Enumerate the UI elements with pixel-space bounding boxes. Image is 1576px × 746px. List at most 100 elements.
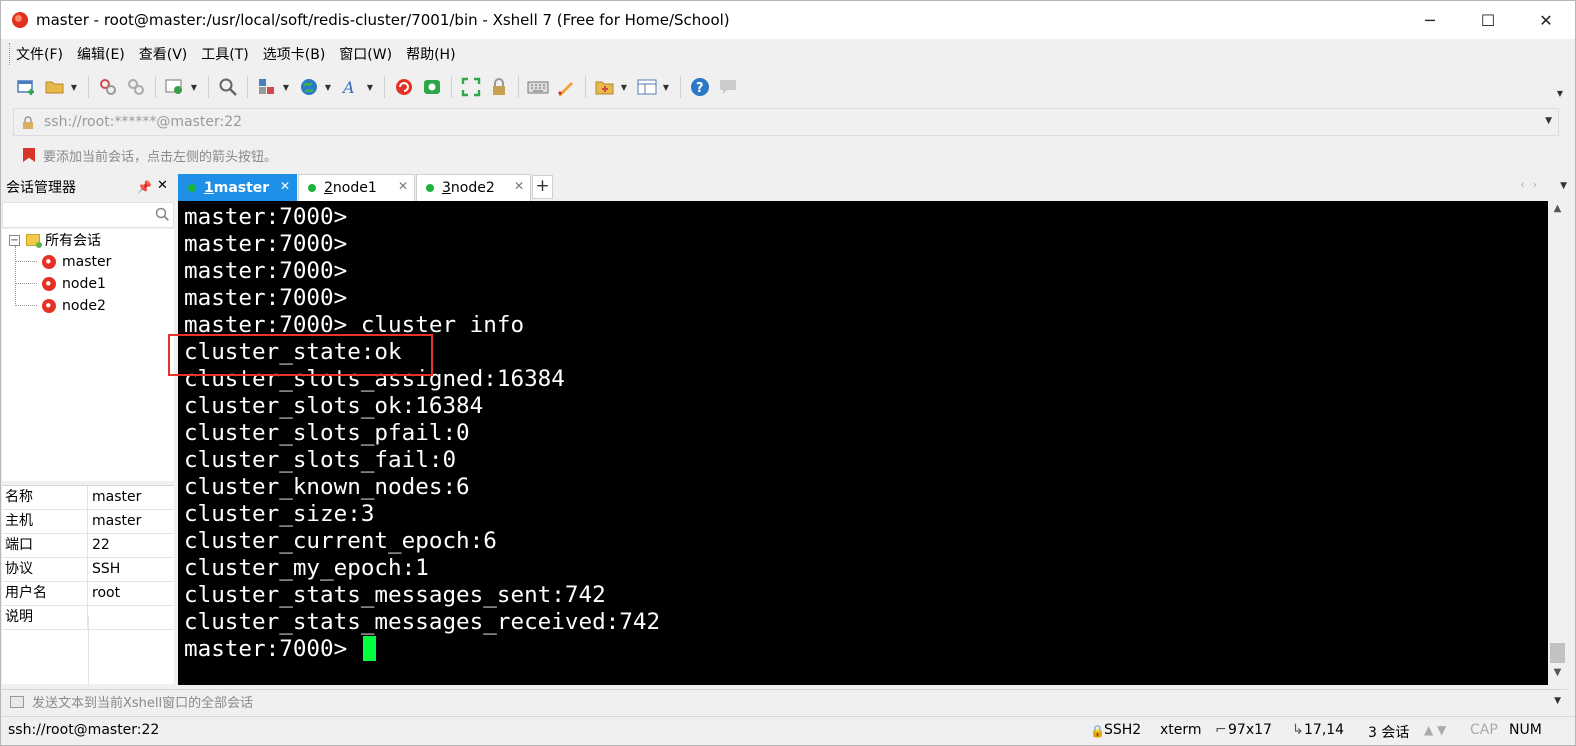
- transfer-dropdown-icon[interactable]: ▼: [281, 75, 291, 99]
- menu-file[interactable]: 文件(F): [9, 44, 70, 64]
- transfer-icon[interactable]: [255, 75, 279, 99]
- property-value: master: [92, 489, 142, 505]
- new-session-icon[interactable]: [15, 75, 39, 99]
- tree-item-all-sessions[interactable]: − 所有会话: [9, 230, 101, 250]
- status-sessions: 3 会话: [1368, 725, 1410, 741]
- address-dropdown-icon[interactable]: ▼: [1545, 116, 1552, 126]
- fullscreen-icon[interactable]: [459, 75, 483, 99]
- disconnect-icon[interactable]: [124, 75, 148, 99]
- globe-dropdown-icon[interactable]: ▼: [323, 75, 333, 99]
- find-icon[interactable]: [216, 75, 240, 99]
- tab-number: 2: [324, 180, 333, 196]
- compose-dropdown-icon[interactable]: ▼: [1554, 696, 1561, 706]
- tree-item-node2[interactable]: node2: [42, 296, 106, 316]
- keyboard-icon[interactable]: [526, 75, 550, 99]
- font-icon[interactable]: A: [339, 75, 363, 99]
- menu-tab[interactable]: 选项卡(B): [256, 44, 333, 64]
- minimize-button[interactable]: ─: [1401, 1, 1459, 39]
- search-icon[interactable]: [155, 207, 169, 221]
- toolbar: ▼ ▼ ▼ ▼ A ▼ ▼ ▼ ?: [13, 71, 742, 103]
- tab-list-dropdown-icon[interactable]: ▼: [1560, 181, 1567, 191]
- status-caps: CAP: [1470, 722, 1498, 738]
- property-key: 端口: [2, 534, 88, 558]
- compose-dropdown-icon[interactable]: ▼: [619, 75, 629, 99]
- close-button[interactable]: ✕: [1517, 1, 1575, 39]
- folder-icon: [26, 234, 42, 248]
- tab-node2[interactable]: 3 node2 ✕: [416, 174, 531, 201]
- menu-bar: 文件(F) 编辑(E) 查看(V) 工具(T) 选项卡(B) 窗口(W) 帮助(…: [9, 41, 463, 67]
- property-key: 名称: [2, 486, 88, 510]
- tab-close-icon[interactable]: ✕: [280, 179, 290, 193]
- terminal-line: cluster_known_nodes:6: [184, 474, 470, 500]
- menu-view[interactable]: 查看(V): [132, 44, 195, 64]
- xshell-window: master - root@master:/usr/local/soft/red…: [0, 0, 1576, 746]
- address-text: ssh://root:******@master:22: [44, 114, 243, 130]
- open-dropdown-icon[interactable]: ▼: [69, 75, 79, 99]
- terminal-line: cluster_stats_messages_sent:742: [184, 582, 606, 608]
- compose-icon[interactable]: [593, 75, 617, 99]
- add-tab-button[interactable]: +: [532, 175, 553, 199]
- xftp-icon[interactable]: [420, 75, 444, 99]
- terminal-line: cluster_current_epoch:6: [184, 528, 497, 554]
- lock-icon[interactable]: [487, 75, 511, 99]
- menu-tools[interactable]: 工具(T): [194, 44, 255, 64]
- tab-close-icon[interactable]: ✕: [398, 179, 408, 193]
- property-row: 主机 master: [2, 510, 174, 534]
- scroll-down-icon[interactable]: ▼: [1548, 667, 1567, 683]
- collapse-toggle-icon[interactable]: −: [9, 234, 20, 246]
- address-lock-icon: [22, 116, 34, 129]
- tree-item-node1[interactable]: node1: [42, 274, 106, 294]
- tab-master[interactable]: 1 master ✕: [178, 174, 297, 201]
- scroll-up-icon[interactable]: ▲: [1548, 203, 1567, 219]
- xshell-icon[interactable]: [392, 75, 416, 99]
- status-bar: ssh://root@master:22 🔒 SSH2 xterm ⌐ 97x1…: [2, 716, 1575, 744]
- session-manager-close-icon[interactable]: ✕: [157, 178, 168, 193]
- globe-icon[interactable]: [297, 75, 321, 99]
- layout-icon[interactable]: [635, 75, 659, 99]
- tab-scroll-arrows-icon[interactable]: ‹›: [1520, 178, 1545, 191]
- property-key: 协议: [2, 558, 88, 582]
- compose-bar[interactable]: 发送文本到当前Xshell窗口的全部会话 ▼: [2, 689, 1567, 713]
- property-column-divider: [88, 616, 89, 685]
- tree-item-label: 所有会话: [45, 233, 101, 249]
- connected-dot-icon: [426, 184, 434, 192]
- property-row: 名称 master: [2, 486, 174, 510]
- terminal-line: cluster_size:3: [184, 501, 375, 527]
- status-terminal-type: xterm: [1160, 722, 1202, 738]
- properties-dropdown-icon[interactable]: ▼: [189, 75, 199, 99]
- layout-dropdown-icon[interactable]: ▼: [661, 75, 671, 99]
- status-connection: ssh://root@master:22: [8, 722, 160, 738]
- terminal-line: cluster_my_epoch:1: [184, 555, 429, 581]
- status-cursor-pos: 17,14: [1304, 722, 1345, 738]
- properties-icon[interactable]: [163, 75, 187, 99]
- session-manager-header: 会话管理器 📌 ✕: [1, 174, 175, 200]
- tree-item-master[interactable]: master: [42, 252, 111, 272]
- reconnect-icon[interactable]: [96, 75, 120, 99]
- tree-connector: [15, 246, 16, 306]
- menu-window[interactable]: 窗口(W): [332, 44, 399, 64]
- pin-icon[interactable]: 📌: [137, 180, 152, 194]
- toolbar-overflow-icon[interactable]: ▼: [1557, 89, 1563, 98]
- bookmark-icon[interactable]: [23, 148, 35, 162]
- session-search-input[interactable]: [2, 202, 174, 228]
- chat-icon[interactable]: [716, 75, 740, 99]
- script-icon[interactable]: [554, 75, 578, 99]
- terminal[interactable]: master:7000> master:7000> master:7000> m…: [178, 201, 1548, 685]
- tab-close-icon[interactable]: ✕: [514, 179, 524, 193]
- scrollbar-thumb[interactable]: [1550, 643, 1565, 663]
- tab-node1[interactable]: 2 node1 ✕: [298, 174, 415, 201]
- status-arrows-icon[interactable]: ▲ ▼: [1424, 723, 1446, 737]
- property-key: 用户名: [2, 582, 88, 606]
- open-folder-icon[interactable]: [43, 75, 67, 99]
- menu-help[interactable]: 帮助(H): [399, 44, 462, 64]
- help-icon[interactable]: ?: [688, 75, 712, 99]
- font-dropdown-icon[interactable]: ▼: [365, 75, 375, 99]
- address-bar[interactable]: ssh://root:******@master:22 ▼: [13, 108, 1559, 136]
- session-hint-bar: 要添加当前会话，点击左侧的箭头按钮。: [13, 143, 277, 167]
- terminal-scrollbar[interactable]: ▲ ▼: [1548, 201, 1567, 685]
- tab-number: 1: [204, 180, 214, 196]
- menu-edit[interactable]: 编辑(E): [70, 44, 132, 64]
- session-tree: − 所有会话 master node1 node2: [2, 229, 174, 481]
- toolbar-separator: [680, 76, 681, 98]
- maximize-button[interactable]: ☐: [1459, 1, 1517, 39]
